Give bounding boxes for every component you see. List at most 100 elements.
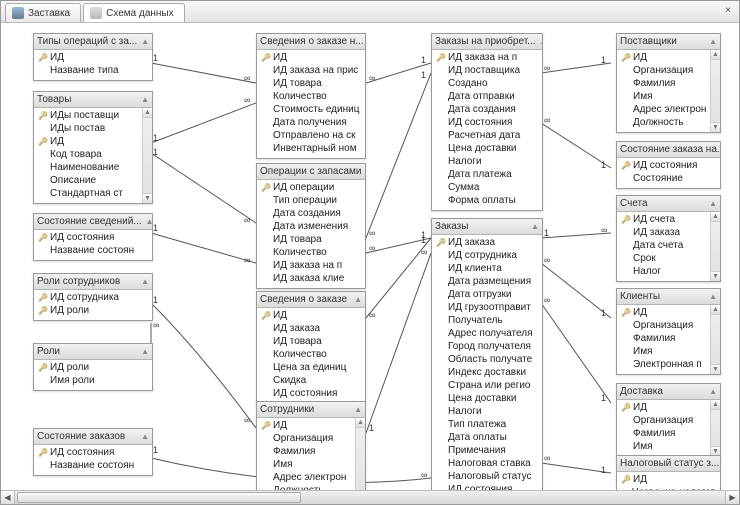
field-row[interactable]: ИД поставщика bbox=[434, 64, 540, 77]
table-title[interactable]: Роли сотрудников▲ bbox=[34, 274, 152, 290]
field-row[interactable]: ИД роли bbox=[36, 304, 150, 317]
table-scrollbar[interactable]: ▲▼ bbox=[710, 212, 720, 281]
table-title[interactable]: Состояние заказа на...▲ bbox=[617, 142, 720, 158]
table-scrollbar[interactable]: ▲▼ bbox=[710, 50, 720, 132]
table-scrollbar[interactable]: ▲▼ bbox=[710, 400, 720, 456]
field-row[interactable]: Тип операции bbox=[259, 194, 363, 207]
tab-schema[interactable]: Схема данных bbox=[83, 3, 185, 22]
field-row[interactable]: Инвентарный ном bbox=[259, 142, 363, 155]
table-purch-state[interactable]: Состояние заказа на...▲ ИД состоянияСост… bbox=[616, 141, 721, 189]
field-row[interactable]: ИД состояния bbox=[434, 116, 540, 129]
field-row[interactable]: Страна или регио bbox=[434, 379, 540, 392]
field-row[interactable]: Расчетная дата bbox=[434, 129, 540, 142]
field-row[interactable]: ИД состояния bbox=[36, 446, 150, 459]
field-row[interactable]: Создано bbox=[434, 77, 540, 90]
table-title[interactable]: Поставщики▲ bbox=[617, 34, 720, 50]
field-row[interactable]: Фамилия bbox=[619, 427, 718, 440]
field-row[interactable]: Количество bbox=[259, 90, 363, 103]
field-row[interactable]: ИД bbox=[259, 419, 363, 432]
field-row[interactable]: ИД заказа на прис bbox=[259, 64, 363, 77]
field-row[interactable]: Организация bbox=[619, 414, 718, 427]
table-title[interactable]: Клиенты▲ bbox=[617, 289, 720, 305]
field-row[interactable]: ИД bbox=[36, 135, 150, 148]
field-row[interactable]: ИД состояния bbox=[434, 483, 540, 490]
field-row[interactable]: Адрес электрон bbox=[259, 471, 363, 484]
field-row[interactable]: Срок bbox=[619, 252, 718, 265]
horizontal-scrollbar[interactable]: ◀ ▶ bbox=[1, 490, 739, 504]
field-row[interactable]: ИД товара bbox=[259, 233, 363, 246]
field-row[interactable]: ИД заказа на п bbox=[434, 51, 540, 64]
table-scrollbar[interactable]: ▲▼ bbox=[355, 418, 365, 490]
table-title[interactable]: Типы операций с за...▲ bbox=[34, 34, 152, 50]
field-row[interactable]: ИДы поставщи bbox=[36, 109, 150, 122]
field-row[interactable]: Имя bbox=[619, 345, 718, 358]
table-title[interactable]: Доставка▲ bbox=[617, 384, 720, 400]
field-row[interactable]: ИД заказа bbox=[259, 322, 363, 335]
scroll-thumb[interactable] bbox=[17, 492, 301, 503]
field-row[interactable]: Отправлено на ск bbox=[259, 129, 363, 142]
table-stock-ops[interactable]: Операции с запасами▲ ИД операцииТип опер… bbox=[256, 163, 366, 289]
field-row[interactable]: Дата отгрузки bbox=[434, 288, 540, 301]
tab-splash[interactable]: Заставка bbox=[5, 3, 81, 22]
table-clients[interactable]: Клиенты▲ ИДОрганизацияФамилияИмяЭлектрон… bbox=[616, 288, 721, 375]
field-row[interactable]: Имя роли bbox=[36, 374, 150, 387]
field-row[interactable]: ИД состояния bbox=[619, 159, 718, 172]
field-row[interactable]: Имя bbox=[259, 458, 363, 471]
table-purchase-orders[interactable]: Заказы на приобрет...▲ ИД заказа на пИД … bbox=[431, 33, 543, 211]
table-state-info[interactable]: Состояние сведений...▲ ИД состоянияНазва… bbox=[33, 213, 153, 261]
field-row[interactable]: ИД bbox=[619, 473, 718, 486]
field-row[interactable]: ИДы постав bbox=[36, 122, 150, 135]
scroll-left-button[interactable]: ◀ bbox=[1, 491, 15, 504]
field-row[interactable]: Название типа bbox=[36, 64, 150, 77]
relationships-canvas[interactable]: 1∞ 1∞ 1∞ 1∞ 1∞ 1∞ 1∞ ∞1 ∞1 ∞1 ∞1 1∞ bbox=[1, 23, 739, 490]
field-row[interactable]: ИД операции bbox=[259, 181, 363, 194]
field-row[interactable]: Налоги bbox=[434, 155, 540, 168]
table-employees[interactable]: Сотрудники▲ ИДОрганизацияФамилияИмяАдрес… bbox=[256, 401, 366, 490]
close-tab-button[interactable]: × bbox=[721, 4, 735, 18]
table-products[interactable]: Товары▲ ИДы поставщиИДы поставИДКод това… bbox=[33, 91, 153, 204]
table-roles[interactable]: Роли▲ ИД ролиИмя роли bbox=[33, 343, 153, 391]
field-row[interactable]: ИД роли bbox=[36, 361, 150, 374]
field-row[interactable]: ИД товара bbox=[259, 77, 363, 90]
field-row[interactable]: Город получателя bbox=[434, 340, 540, 353]
table-title[interactable]: Сведения о заказе н...▲ bbox=[257, 34, 365, 50]
field-row[interactable]: ИД заказа bbox=[434, 236, 540, 249]
field-row[interactable]: Форма оплаты bbox=[434, 194, 540, 207]
field-row[interactable]: Дата счета bbox=[619, 239, 718, 252]
field-row[interactable]: ИД bbox=[619, 401, 718, 414]
scroll-track[interactable] bbox=[15, 491, 725, 504]
field-row[interactable]: Дата создания bbox=[259, 207, 363, 220]
field-row[interactable]: Цена доставки bbox=[434, 142, 540, 155]
field-row[interactable]: Налоги bbox=[434, 405, 540, 418]
field-row[interactable]: Имя bbox=[619, 440, 718, 453]
field-row[interactable]: Должность bbox=[619, 116, 718, 129]
field-row[interactable]: Цена доставки bbox=[434, 392, 540, 405]
field-row[interactable]: Сумма bbox=[434, 181, 540, 194]
field-row[interactable]: Электронная п bbox=[619, 358, 718, 371]
field-row[interactable]: ИД клиента bbox=[434, 262, 540, 275]
table-title[interactable]: Счета▲ bbox=[617, 196, 720, 212]
field-row[interactable]: Дата платежа bbox=[434, 168, 540, 181]
field-row[interactable]: Получатель bbox=[434, 314, 540, 327]
field-row[interactable]: ИД bbox=[36, 51, 150, 64]
field-row[interactable]: ИД bbox=[259, 309, 363, 322]
field-row[interactable]: ИД состояния bbox=[259, 387, 363, 400]
field-row[interactable]: ИД сотрудника bbox=[434, 249, 540, 262]
field-row[interactable]: Фамилия bbox=[259, 445, 363, 458]
field-row[interactable]: Дата изменения bbox=[259, 220, 363, 233]
field-row[interactable]: Название состоян bbox=[36, 244, 150, 257]
table-title[interactable]: Заказы▲ bbox=[432, 219, 542, 235]
field-row[interactable]: ИД bbox=[259, 51, 363, 64]
field-row[interactable]: Имя bbox=[619, 90, 718, 103]
table-scrollbar[interactable]: ▲▼ bbox=[142, 108, 152, 203]
table-order-info[interactable]: Сведения о заказе▲ ИДИД заказаИД товараК… bbox=[256, 291, 366, 404]
table-types[interactable]: Типы операций с за...▲ ИДНазвание типа bbox=[33, 33, 153, 81]
field-row[interactable]: ИД заказа клие bbox=[259, 272, 363, 285]
table-invoices[interactable]: Счета▲ ИД счетаИД заказаДата счетаСрокНа… bbox=[616, 195, 721, 282]
table-title[interactable]: Роли▲ bbox=[34, 344, 152, 360]
table-order-states[interactable]: Состояние заказов▲ ИД состоянияНазвание … bbox=[33, 428, 153, 476]
scroll-right-button[interactable]: ▶ bbox=[725, 491, 739, 504]
field-row[interactable]: ИД заказа bbox=[619, 226, 718, 239]
field-row[interactable]: Название состоян bbox=[36, 459, 150, 472]
table-emp-roles[interactable]: Роли сотрудников▲ ИД сотрудникаИД роли bbox=[33, 273, 153, 321]
